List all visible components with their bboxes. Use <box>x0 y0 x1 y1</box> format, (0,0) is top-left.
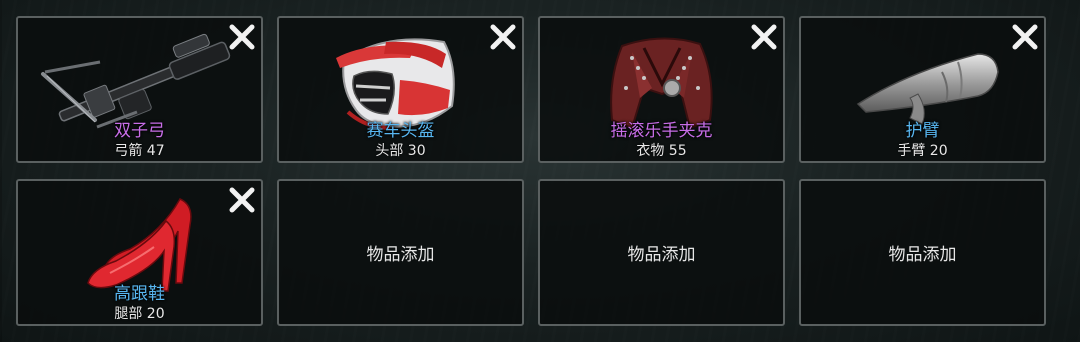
add-item-label: 物品添加 <box>627 245 696 265</box>
add-item-label: 物品添加 <box>888 245 957 265</box>
close-icon[interactable] <box>227 22 257 52</box>
item-stat: 腿部 20 <box>114 306 165 322</box>
item-stat: 弓箭 47 <box>114 143 165 159</box>
close-icon[interactable] <box>488 22 518 52</box>
item-stat: 头部 30 <box>375 143 426 159</box>
add-item-label: 物品添加 <box>366 245 435 265</box>
item-name: 摇滚乐手夹克 <box>610 121 713 141</box>
equipment-slot-crossbow[interactable]: 双子弓 弓箭 47 <box>16 16 263 163</box>
equipment-slot-high-heels[interactable]: 高跟鞋 腿部 20 <box>16 179 263 326</box>
empty-slot-add-item[interactable]: 物品添加 <box>538 179 785 326</box>
item-name: 护臂 <box>905 121 940 141</box>
item-name: 赛车头盔 <box>366 121 435 141</box>
close-icon[interactable] <box>227 185 257 215</box>
item-name: 高跟鞋 <box>114 284 165 304</box>
close-icon[interactable] <box>1010 22 1040 52</box>
item-name: 双子弓 <box>114 121 165 141</box>
equipment-slot-racing-helmet[interactable]: 赛车头盔 头部 30 <box>277 16 524 163</box>
close-icon[interactable] <box>749 22 779 52</box>
empty-slot-add-item[interactable]: 物品添加 <box>277 179 524 326</box>
equipment-slot-arm-guard[interactable]: 护臂 手臂 20 <box>799 16 1046 163</box>
empty-slot-add-item[interactable]: 物品添加 <box>799 179 1046 326</box>
equipment-slot-rocker-jacket[interactable]: 摇滚乐手夹克 衣物 55 <box>538 16 785 163</box>
item-stat: 衣物 55 <box>636 143 687 159</box>
equipment-grid: 双子弓 弓箭 47 赛车头盔 头部 30 摇滚乐手夹克 衣物 55 护臂 手臂 … <box>16 16 1048 328</box>
item-stat: 手臂 20 <box>897 143 948 159</box>
